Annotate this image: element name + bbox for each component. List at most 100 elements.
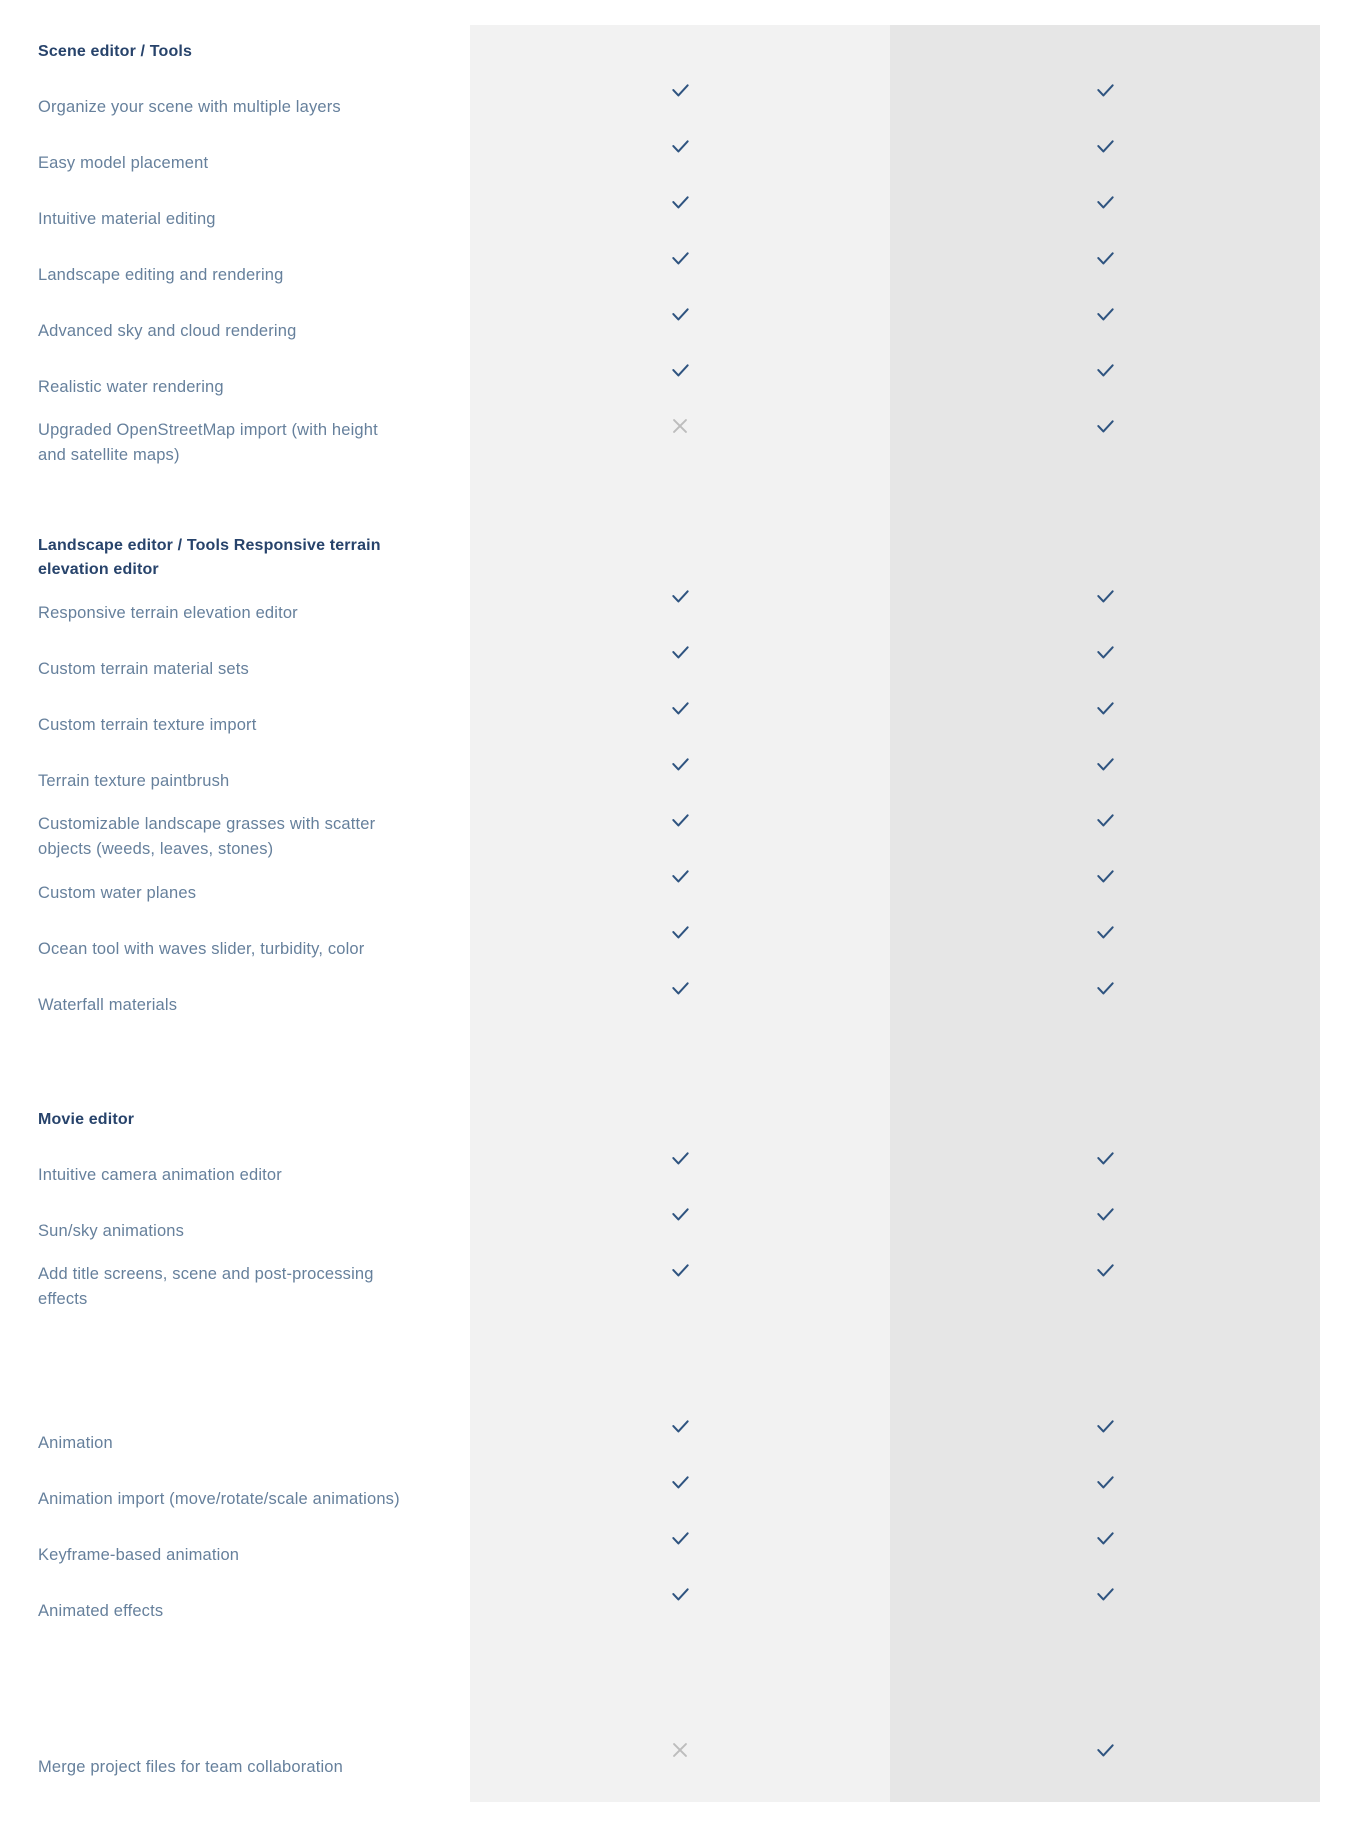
cell-column-b xyxy=(890,1527,1320,1550)
cell-column-a xyxy=(470,697,890,720)
cell-column-b xyxy=(890,1471,1320,1494)
table-row: Intuitive material editing xyxy=(0,191,1320,247)
cell-column-a xyxy=(470,1147,890,1170)
spacer-row xyxy=(0,1639,1320,1739)
check-icon xyxy=(669,359,692,382)
feature-label: Keyframe-based animation xyxy=(38,1545,240,1564)
check-icon xyxy=(669,303,692,326)
feature-label: Advanced sky and cloud rendering xyxy=(38,321,297,340)
feature-label: Custom terrain material sets xyxy=(38,659,249,678)
feature-label: Animation import (move/rotate/scale anim… xyxy=(38,1489,400,1508)
cell-column-a xyxy=(470,865,890,888)
table-row: Easy model placement xyxy=(0,135,1320,191)
table-row: Realistic water rendering xyxy=(0,359,1320,415)
check-icon xyxy=(669,753,692,776)
cell-column-b xyxy=(890,1583,1320,1606)
table-row: Keyframe-based animation xyxy=(0,1527,1320,1583)
check-icon xyxy=(669,865,692,888)
table-row: Landscape editing and rendering xyxy=(0,247,1320,303)
section-header-row: Scene editor / Tools xyxy=(0,25,1320,79)
section-header-label: Movie editor xyxy=(38,1111,135,1128)
cell-column-b xyxy=(890,79,1320,102)
check-icon xyxy=(1094,1203,1117,1226)
cell-column-a xyxy=(470,79,890,102)
cell-column-a xyxy=(470,585,890,608)
table-row: Animated effects xyxy=(0,1583,1320,1639)
cell-column-b xyxy=(890,921,1320,944)
cell-column-b xyxy=(890,641,1320,664)
check-icon xyxy=(669,1259,692,1282)
cell-column-a xyxy=(470,921,890,944)
feature-label: Sun/sky animations xyxy=(38,1221,185,1240)
table-row: Sun/sky animations xyxy=(0,1203,1320,1259)
table-row: Waterfall materials xyxy=(0,977,1320,1033)
table-row: Terrain texture paintbrush xyxy=(0,753,1320,809)
cell-column-a xyxy=(470,1415,890,1438)
feature-label: Organize your scene with multiple layers xyxy=(38,97,341,116)
table-row: Custom terrain material sets xyxy=(0,641,1320,697)
cell-column-a xyxy=(470,1471,890,1494)
cell-column-b xyxy=(890,977,1320,1000)
check-icon xyxy=(1094,1415,1117,1438)
check-icon xyxy=(669,921,692,944)
table-row: Responsive terrain elevation editor xyxy=(0,585,1320,641)
cell-column-b xyxy=(890,697,1320,720)
check-icon xyxy=(669,1527,692,1550)
check-icon xyxy=(1094,865,1117,888)
feature-label: Landscape editing and rendering xyxy=(38,265,284,284)
feature-label: Custom water planes xyxy=(38,883,197,902)
cell-column-a xyxy=(470,191,890,214)
feature-label: Custom terrain texture import xyxy=(38,715,257,734)
section-header-label: Scene editor / Tools xyxy=(38,43,193,60)
cell-column-b xyxy=(890,809,1320,832)
cell-column-b xyxy=(890,1259,1320,1282)
table-row: Animation xyxy=(0,1415,1320,1471)
feature-label: Realistic water rendering xyxy=(38,377,224,396)
check-icon xyxy=(669,641,692,664)
cell-column-a xyxy=(470,1739,890,1761)
check-icon xyxy=(1094,191,1117,214)
feature-label: Add title screens, scene and post-proces… xyxy=(38,1265,374,1308)
feature-label: Upgraded OpenStreetMap import (with heig… xyxy=(38,421,378,464)
cell-column-b xyxy=(890,753,1320,776)
cell-column-a xyxy=(470,1583,890,1606)
check-icon xyxy=(1094,1147,1117,1170)
cell-column-a xyxy=(470,753,890,776)
cell-column-a xyxy=(470,1527,890,1550)
check-icon xyxy=(1094,1583,1117,1606)
cell-column-b xyxy=(890,415,1320,438)
check-icon xyxy=(669,1583,692,1606)
feature-label: Animation xyxy=(38,1433,113,1452)
table-rows: Scene editor / Tools Organize your scene … xyxy=(0,0,1366,1795)
feature-label: Ocean tool with waves slider, turbidity,… xyxy=(38,939,365,958)
check-icon xyxy=(669,1203,692,1226)
check-icon xyxy=(669,977,692,1000)
cell-column-b xyxy=(890,191,1320,214)
check-icon xyxy=(1094,247,1117,270)
check-icon xyxy=(669,191,692,214)
table-row: Ocean tool with waves slider, turbidity,… xyxy=(0,921,1320,977)
spacer-row xyxy=(0,1315,1320,1415)
cell-column-b xyxy=(890,1147,1320,1170)
cell-column-a xyxy=(470,247,890,270)
check-icon xyxy=(1094,135,1117,158)
check-icon xyxy=(669,1415,692,1438)
table-row: Merge project files for team collaborati… xyxy=(0,1739,1320,1795)
feature-label: Customizable landscape grasses with scat… xyxy=(38,815,376,858)
check-icon xyxy=(1094,1471,1117,1494)
check-icon xyxy=(1094,79,1117,102)
spacer-row xyxy=(0,471,1320,531)
table-row: Customizable landscape grasses with scat… xyxy=(0,809,1320,865)
cell-column-b xyxy=(890,865,1320,888)
cell-column-b xyxy=(890,1415,1320,1438)
table-row: Advanced sky and cloud rendering xyxy=(0,303,1320,359)
cell-column-b xyxy=(890,1739,1320,1762)
feature-label: Waterfall materials xyxy=(38,995,178,1014)
cell-column-b xyxy=(890,585,1320,608)
check-icon xyxy=(1094,585,1117,608)
check-icon xyxy=(1094,921,1117,944)
cell-column-b xyxy=(890,247,1320,270)
check-icon xyxy=(1094,415,1117,438)
check-icon xyxy=(669,809,692,832)
table-row: Add title screens, scene and post-proces… xyxy=(0,1259,1320,1315)
